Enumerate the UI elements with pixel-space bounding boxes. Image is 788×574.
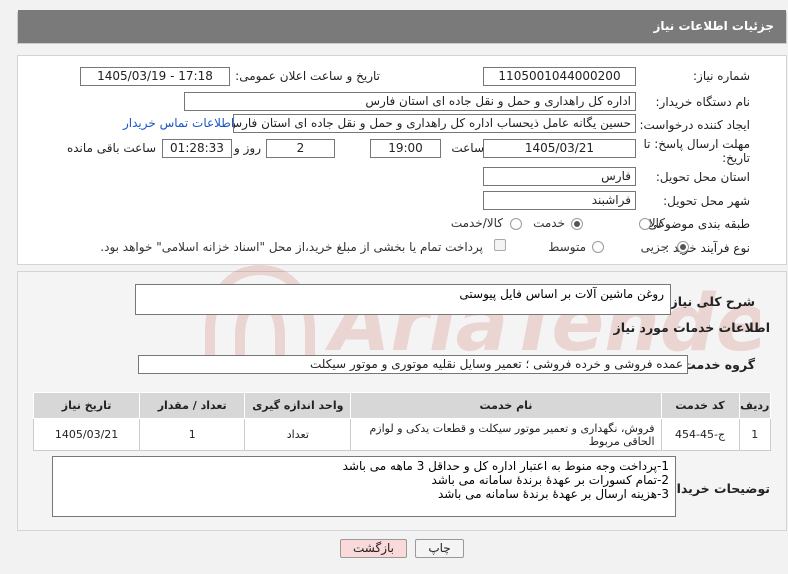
page-title: جزئیات اطلاعات نیاز	[18, 10, 786, 43]
need-details-panel	[17, 55, 787, 265]
buyer-contact-link[interactable]: اطلاعات تماس خریدار	[123, 116, 234, 130]
process-option-minor: جزیی	[640, 240, 668, 254]
treasury-payment-note: پرداخت تمام یا بخشی از مبلغ خرید،از محل …	[100, 240, 483, 254]
service-group-label: گروه خدمت:	[678, 357, 755, 372]
table-row: 1 ج-45-454 فروش، نگهداری و تعمیر موتور س…	[32, 418, 772, 451]
city-label: شهر محل تحویل:	[663, 194, 750, 208]
deadline-time-field[interactable]: 19:00	[370, 139, 441, 158]
requester-label: ایجاد کننده درخواست:	[639, 118, 750, 132]
category-option-service: خدمت	[533, 216, 565, 230]
time-remaining-field[interactable]: 01:28:33	[162, 139, 232, 158]
print-button[interactable]: چاپ	[415, 539, 464, 558]
cell-row-number: 1	[738, 418, 772, 451]
need-summary-label: شرح کلی نیاز:	[665, 294, 755, 309]
col-service-code: کد خدمت	[660, 392, 740, 419]
province-field[interactable]: فارس	[483, 167, 636, 186]
category-radio-service[interactable]	[571, 218, 583, 230]
services-table: ردیف کد خدمت نام خدمت واحد اندازه گیری ت…	[32, 392, 772, 451]
buyer-notes-label: توضیحات خریدار:	[664, 481, 770, 496]
deadline-time-label: ساعت	[451, 141, 484, 155]
back-button[interactable]: بازگشت	[340, 539, 407, 558]
days-remaining-field[interactable]: 2	[266, 139, 335, 158]
province-label: استان محل تحویل:	[655, 170, 750, 184]
deadline-label: مهلت ارسال پاسخ: تا	[643, 137, 750, 151]
cell-service-name: فروش، نگهداری و تعمیر موتور سیکلت و قطعا…	[350, 418, 662, 451]
deadline-date-field[interactable]: 1405/03/21	[483, 139, 636, 158]
cell-need-date: 1405/03/21	[32, 418, 141, 451]
process-radio-medium[interactable]	[592, 241, 604, 253]
need-number-field[interactable]: 1105001044000200	[483, 67, 636, 86]
services-section-title: اطلاعات خدمات مورد نیاز	[613, 320, 771, 335]
service-group-field[interactable]: عمده فروشی و خرده فروشی ؛ تعمیر وسایل نق…	[138, 355, 688, 374]
category-option-goods: کالا	[648, 216, 665, 230]
cell-service-code: ج-45-454	[660, 418, 740, 451]
col-service-name: نام خدمت	[350, 392, 662, 419]
col-need-date: تاریخ نیاز	[32, 392, 141, 419]
process-option-medium: متوسط	[548, 240, 586, 254]
buyer-notes-textarea[interactable]: 1-پرداخت وجه منوط به اعتبار اداره کل و ح…	[52, 456, 676, 517]
announce-date-label: تاریخ و ساعت اعلان عمومی:	[235, 69, 380, 83]
services-table-header: ردیف کد خدمت نام خدمت واحد اندازه گیری ت…	[32, 392, 772, 419]
need-summary-textarea[interactable]: روغن ماشین آلات بر اساس فایل پیوستی	[135, 284, 671, 315]
cell-unit: تعداد	[244, 418, 352, 451]
col-quantity: تعداد / مقدار	[139, 392, 246, 419]
time-remaining-label: ساعت باقی مانده	[66, 141, 156, 155]
category-option-goods-service: کالا/خدمت	[450, 216, 503, 230]
deadline-label-date: تاریخ:	[722, 151, 750, 165]
category-radio-goods-service[interactable]	[510, 218, 522, 230]
process-radio-minor[interactable]	[677, 241, 689, 253]
days-label: روز و	[234, 141, 261, 155]
announce-date-field[interactable]: 1405/03/19 - 17:18	[80, 67, 230, 86]
city-field[interactable]: فراشبند	[483, 191, 636, 210]
buyer-org-label: نام دستگاه خریدار:	[655, 95, 751, 109]
col-row-number: ردیف	[738, 392, 772, 419]
buyer-org-field[interactable]: اداره کل راهداری و حمل و نقل جاده ای است…	[184, 92, 636, 111]
treasury-payment-checkbox[interactable]	[494, 239, 506, 251]
cell-quantity: 1	[139, 418, 246, 451]
need-number-label: شماره نیاز:	[693, 69, 750, 83]
requester-field[interactable]: حسین یگانه عامل ذیحساب اداره کل راهداری …	[233, 114, 636, 133]
col-unit: واحد اندازه گیری	[244, 392, 352, 419]
